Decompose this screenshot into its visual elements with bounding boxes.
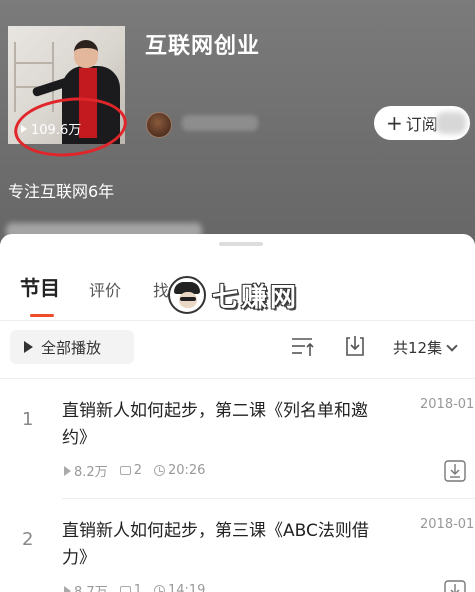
play-all-label: 全部播放 — [41, 338, 102, 357]
episode-plays: 8.2万 — [64, 461, 108, 480]
episode-plays-value: 8.2万 — [74, 465, 108, 480]
play-count-icon — [64, 465, 71, 476]
toolbar-divider — [0, 378, 475, 379]
author-name-blurred — [182, 115, 258, 131]
episode-title[interactable]: 直销新人如何起步，第三课《ABC法则借力》 — [62, 518, 392, 572]
watermark-text: 七赚网 — [212, 282, 300, 313]
episode-duration: 14:19 — [153, 583, 206, 592]
episode-index: 2 — [22, 529, 34, 550]
play-all-button[interactable]: 全部播放 — [10, 330, 134, 364]
download-icon[interactable] — [343, 334, 367, 358]
episode-duration-value: 14:19 — [167, 583, 206, 592]
episode-download-icon[interactable] — [444, 460, 466, 482]
album-page: 109.6万 互联网创业 + 订阅 专注互联网6年 节目 评价 找 七赚网 全部… — [0, 0, 475, 592]
sort-icon[interactable] — [290, 336, 316, 358]
episode-plays-value: 8.7万 — [74, 581, 108, 592]
tab-divider — [0, 320, 475, 321]
plus-icon: + — [386, 111, 403, 135]
cover-person-head — [74, 40, 98, 68]
episode-date: 2018-01 — [420, 397, 475, 412]
subscribe-blur-mask — [436, 112, 466, 134]
episode-meta: 8.2万 2 20:26 — [64, 461, 205, 480]
episode-count-label: 共12集 — [393, 339, 443, 357]
chevron-down-icon — [446, 339, 458, 352]
episode-comments-value: 1 — [133, 583, 142, 592]
author-avatar[interactable] — [146, 112, 172, 138]
tab-reviews[interactable]: 评价 — [89, 277, 121, 301]
drag-handle[interactable] — [219, 242, 263, 246]
episode-index: 1 — [22, 409, 34, 430]
comment-icon — [119, 586, 131, 592]
episode-title[interactable]: 直销新人如何起步，第二课《列名单和邀约》 — [62, 398, 392, 452]
episode-date: 2018-01 — [420, 517, 475, 532]
episode-duration-value: 20:26 — [167, 463, 206, 478]
episode-download-icon[interactable] — [444, 580, 466, 592]
episode-duration: 20:26 — [153, 463, 206, 478]
watermark: 七赚网 — [168, 276, 299, 314]
clock-icon — [153, 465, 165, 476]
clock-icon — [153, 585, 165, 592]
episode-toolbar: 全部播放 共12集 — [0, 330, 475, 370]
episode-row[interactable]: 2 直销新人如何起步，第三课《ABC法则借力》 2018-01 8.7万 1 1… — [0, 500, 475, 592]
episode-plays: 8.7万 — [64, 581, 108, 592]
active-tab-indicator — [30, 314, 54, 317]
play-icon — [24, 341, 33, 353]
album-description: 专注互联网6年 — [8, 182, 115, 201]
tab-find[interactable]: 找 — [153, 277, 169, 301]
subscribe-button[interactable]: + 订阅 — [374, 106, 470, 140]
watermark-logo-icon — [168, 276, 206, 314]
episode-comments-value: 2 — [133, 463, 142, 478]
play-count-icon — [64, 585, 71, 592]
row-divider — [62, 498, 475, 499]
episode-comments: 1 — [119, 583, 142, 592]
album-header: 109.6万 互联网创业 + 订阅 专注互联网6年 — [0, 0, 475, 244]
episode-meta: 8.7万 1 14:19 — [64, 581, 205, 592]
episode-row[interactable]: 1 直销新人如何起步，第二课《列名单和邀约》 2018-01 8.2万 2 20… — [0, 380, 475, 500]
subscribe-label: 订阅 — [405, 115, 438, 134]
content-sheet: 节目 评价 找 七赚网 全部播放 共12集 1 直销新人如何起步，第二课《列名单… — [0, 234, 475, 592]
album-title: 互联网创业 — [145, 34, 261, 59]
episode-comments: 2 — [119, 463, 142, 478]
tab-episodes[interactable]: 节目 — [20, 272, 60, 301]
comment-icon — [119, 466, 131, 475]
episode-count-selector[interactable]: 共12集 — [393, 337, 458, 358]
